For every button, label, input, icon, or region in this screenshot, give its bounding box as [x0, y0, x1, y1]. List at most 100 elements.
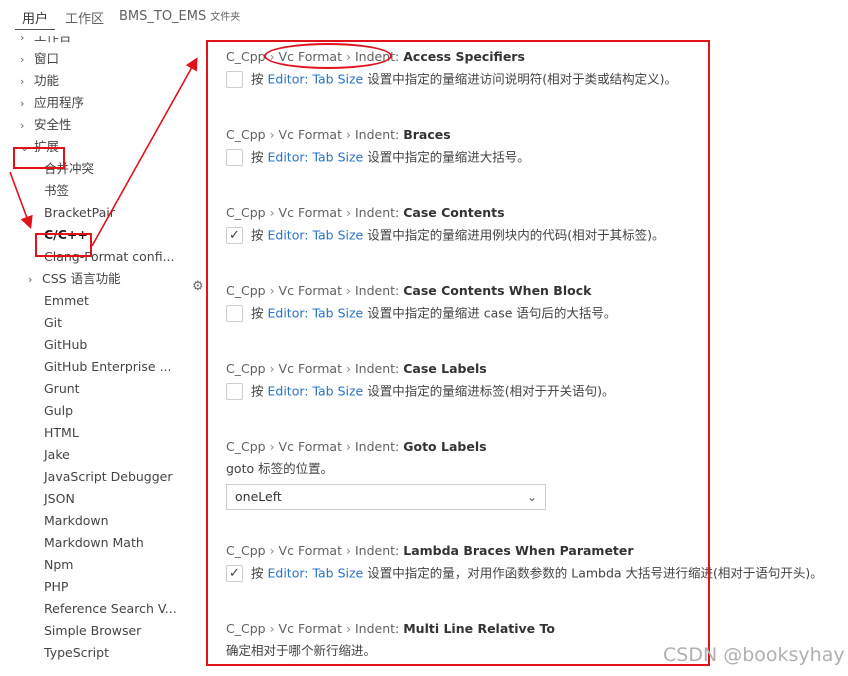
sidebar-item[interactable]: PHP	[44, 576, 68, 598]
sidebar-item[interactable]: Npm	[44, 554, 73, 576]
sidebar-item[interactable]: Git	[44, 312, 62, 334]
setting-desc-prefix: 按	[251, 227, 264, 243]
tab-folder[interactable]: BMS_TO_EMS 文件夹	[119, 8, 240, 24]
setting-checkbox[interactable]	[226, 149, 243, 166]
sidebar-item[interactable]: GitHub	[44, 334, 87, 356]
sidebar-item[interactable]: Markdown Math	[44, 532, 144, 554]
setting-name: Multi Line Relative To	[403, 621, 555, 636]
sidebar-item[interactable]: TypeScript	[44, 642, 109, 664]
setting-prefix: C_Cpp	[226, 439, 266, 454]
setting-sep: ›	[345, 439, 351, 454]
setting-sep: ›	[269, 49, 275, 64]
tab-size-setting-link[interactable]: Editor: Tab Size	[268, 150, 364, 165]
sidebar-item-label: 扩展	[34, 139, 60, 154]
sidebar-item[interactable]: Markdown	[44, 510, 109, 532]
watermark: CSDN @booksyhay	[663, 644, 845, 666]
sidebar-item-label: JavaScript Debugger	[44, 469, 173, 484]
goto-labels-select[interactable]: oneLeft ⌄	[226, 484, 546, 510]
sidebar-item[interactable]: GitHub Enterprise ...	[44, 356, 171, 378]
tab-size-setting-link[interactable]: Editor: Tab Size	[268, 566, 364, 581]
sidebar-item[interactable]: JavaScript Debugger	[44, 466, 173, 488]
sidebar-item[interactable]: ⌄ 扩展	[20, 136, 59, 158]
setting-sep: ›	[269, 127, 275, 142]
sidebar-item[interactable]: Grunt	[44, 378, 80, 400]
gear-icon[interactable]: ⚙	[192, 279, 204, 294]
sidebar-item[interactable]: Emmet	[44, 290, 89, 312]
tab-user[interactable]: 用户	[22, 8, 48, 27]
sidebar-item[interactable]: › 应用程序	[20, 92, 84, 114]
sidebar-item-label: 功能	[34, 73, 60, 88]
tab-size-setting-link[interactable]: Editor: Tab Size	[268, 306, 364, 321]
setting-title: C_Cpp › Vc Format › Indent: Goto Labels	[226, 438, 846, 456]
setting-prefix: C_Cpp	[226, 49, 266, 64]
settings-toc: › 工作台 › 窗口 › 功能 › 应用程序 › 安全性 ⌄ 扩展 合并冲突 书签 BracketPair C…	[0, 36, 200, 676]
sidebar-item[interactable]: C/C++	[44, 224, 88, 246]
setting-group: Vc Format	[278, 205, 342, 220]
sidebar-item[interactable]: Reference Search V...	[44, 598, 177, 620]
setting-item: C_Cpp › Vc Format › Indent: Lambda Brace…	[226, 542, 846, 583]
setting-description: 设置中指定的量缩进 case 语句后的大括号。	[367, 305, 617, 321]
setting-desc-prefix: 按	[251, 71, 264, 87]
sidebar-item-label: Markdown	[44, 513, 109, 528]
settings-editor: 用户 工作区 BMS_TO_EMS 文件夹 › 工作台 › 窗口 › 功能 › 应用程序 › 安全性…	[0, 0, 848, 676]
sidebar-item[interactable]: › CSS 语言功能	[28, 268, 121, 290]
setting-group: Vc Format	[278, 543, 342, 558]
sidebar-item[interactable]: › 窗口	[20, 48, 59, 70]
setting-name: Lambda Braces When Parameter	[403, 543, 634, 558]
setting-prefix: C_Cpp	[226, 361, 266, 376]
tab-folder-label: BMS_TO_EMS	[119, 9, 207, 24]
chevron-down-icon: ⌄	[20, 141, 30, 154]
sidebar-item-label: 窗口	[34, 51, 60, 66]
sidebar-item-label: JSON	[44, 491, 75, 506]
sidebar-item[interactable]: 合并冲突	[44, 158, 94, 180]
setting-prefix: C_Cpp	[226, 543, 266, 558]
sidebar-item[interactable]: › 安全性	[20, 114, 72, 136]
setting-checkbox[interactable]	[226, 305, 243, 322]
tab-size-setting-link[interactable]: Editor: Tab Size	[268, 384, 364, 399]
sidebar-item[interactable]: JSON	[44, 488, 75, 510]
setting-sub: Indent:	[354, 283, 400, 298]
sidebar-item[interactable]: Simple Browser	[44, 620, 141, 642]
setting-group: Vc Format	[278, 49, 342, 64]
tab-size-setting-link[interactable]: Editor: Tab Size	[268, 228, 364, 243]
tab-size-setting-link[interactable]: Editor: Tab Size	[268, 72, 364, 87]
setting-checkbox[interactable]: ✓	[226, 227, 243, 244]
setting-sub: Indent:	[354, 127, 400, 142]
setting-group: Vc Format	[278, 621, 342, 636]
setting-sub: Indent:	[354, 205, 400, 220]
setting-sep: ›	[269, 621, 275, 636]
setting-title: C_Cpp › Vc Format › Indent: Lambda Brace…	[226, 542, 846, 560]
active-tab-indicator	[15, 29, 55, 30]
sidebar-item-label: GitHub Enterprise ...	[44, 359, 172, 374]
setting-item: C_Cpp › Vc Format › Indent: Case Labels 按…	[226, 360, 846, 401]
setting-description-row: 按 Editor: Tab Size 设置中指定的量缩进标签(相对于开关语句)。	[226, 381, 846, 401]
tab-workspace[interactable]: 工作区	[65, 8, 104, 27]
setting-prefix: C_Cpp	[226, 621, 266, 636]
setting-description-row: ✓ 按 Editor: Tab Size 设置中指定的量，对用作函数参数的 Lam…	[226, 563, 846, 583]
sidebar-item[interactable]: Gulp	[44, 400, 73, 422]
setting-item: C_Cpp › Vc Format › Indent: Access Speci…	[226, 48, 846, 89]
chevron-right-icon: ›	[20, 75, 25, 88]
sidebar-item[interactable]: Clang-Format confi...	[44, 246, 175, 268]
setting-group: Vc Format	[278, 361, 342, 376]
sidebar-item-label: C/C++	[44, 227, 88, 242]
setting-checkbox[interactable]	[226, 71, 243, 88]
sidebar-item[interactable]: 书签	[44, 180, 69, 202]
setting-group: Vc Format	[278, 127, 342, 142]
setting-sep: ›	[269, 361, 275, 376]
sidebar-item-label: Clang-Format confi...	[44, 249, 175, 264]
sidebar-item-label: Emmet	[44, 293, 89, 308]
setting-checkbox[interactable]	[226, 383, 243, 400]
setting-checkbox[interactable]: ✓	[226, 565, 243, 582]
setting-name: Case Contents	[403, 205, 505, 220]
sidebar-item[interactable]: › 工作台	[20, 36, 72, 48]
sidebar-item[interactable]: BracketPair	[44, 202, 115, 224]
setting-description: 设置中指定的量缩进用例块内的代码(相对于其标签)。	[367, 227, 665, 243]
sidebar-item[interactable]: › 功能	[20, 70, 59, 92]
sidebar-item[interactable]: HTML	[44, 422, 79, 444]
setting-desc-prefix: 按	[251, 305, 264, 321]
setting-name: Braces	[403, 127, 451, 142]
select-value: oneLeft	[235, 489, 282, 504]
setting-description-row: 按 Editor: Tab Size 设置中指定的量缩进 case 语句后的大括…	[226, 303, 846, 323]
sidebar-item[interactable]: Jake	[44, 444, 70, 466]
